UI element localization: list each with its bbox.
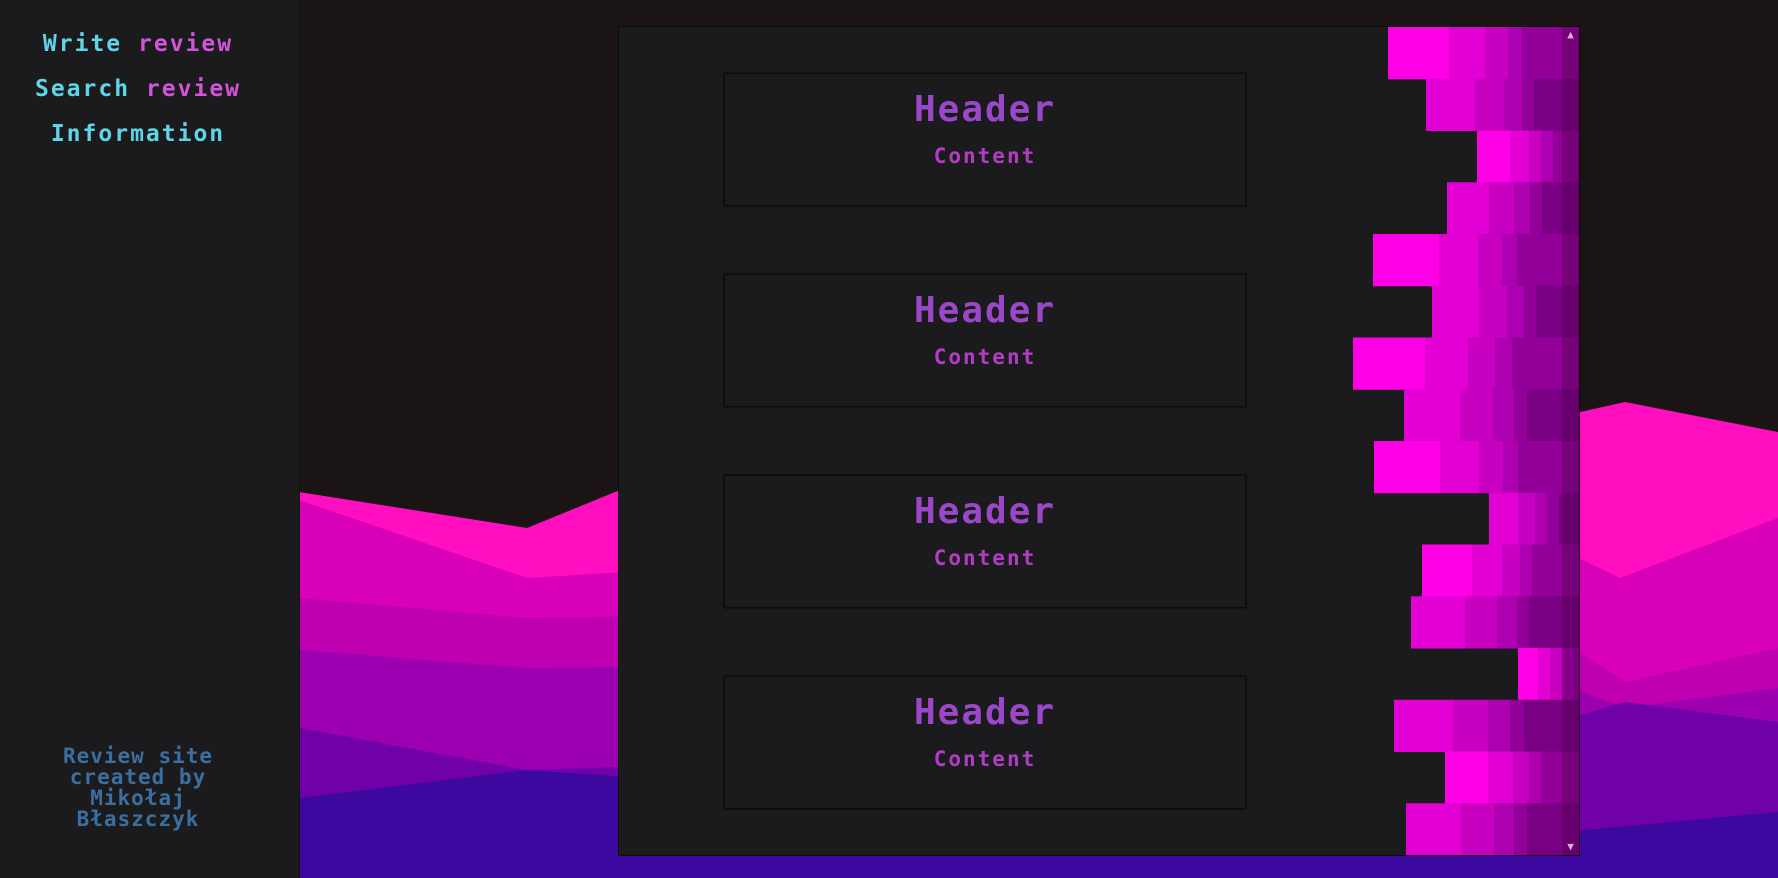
pixel-block [1411,596,1465,649]
pixel-block [1541,130,1553,183]
pixel-block [1477,130,1510,183]
pixel-block [1447,182,1489,235]
pixel-block [1497,596,1517,649]
nav-search-review[interactable]: Search review [0,76,276,102]
review-card-4[interactable]: Header Content [724,676,1246,809]
scroll-down-icon[interactable]: ▼ [1562,839,1579,855]
card-content: Content [933,747,1037,771]
nav-write-review-word1: Write [42,31,123,57]
pixel-block [1440,441,1479,494]
pixel-block [1514,182,1530,235]
nav-write-review-word2: review [122,31,234,57]
nav-search-review-word1: Search [34,76,131,102]
pixel-block [1495,337,1512,390]
pixel-block [1513,751,1529,804]
credit-line-4: Błaszczyk [76,807,200,831]
pixel-block [1445,751,1488,804]
review-list-panel[interactable]: Header Content Header Content Header Con… [618,26,1580,856]
pixel-block [1529,751,1541,804]
pixel-block [1425,337,1468,390]
pixel-block [1518,492,1535,545]
credit-line-1: Review site [62,744,214,768]
pixel-block [1517,596,1529,649]
pixel-block [1374,441,1440,494]
card-content: Content [933,546,1037,570]
pixel-block [1524,285,1536,338]
pixel-block [1422,544,1472,597]
pixel-block [1522,78,1534,131]
pixel-block [1547,492,1559,545]
pixel-block [1502,544,1520,597]
credit-line-3: Mikołaj [90,786,186,810]
pixel-block [1479,441,1503,494]
pixel-block [1460,389,1493,442]
review-card-1[interactable]: Header Content [724,73,1246,206]
pixel-block [1353,337,1425,390]
pixel-block [1426,78,1475,131]
pixel-block [1475,78,1504,131]
pixel-block [1514,389,1527,442]
card-content: Content [933,345,1037,369]
pixel-block [1373,234,1439,287]
pixel-block [1510,130,1529,183]
pixel-block [1538,648,1550,701]
pixel-block [1550,648,1562,701]
pixel-block [1504,78,1522,131]
card-header: Header [913,692,1057,733]
pixel-block [1461,803,1494,855]
pixel-block [1530,182,1542,235]
pixel-block [1535,492,1547,545]
nav-information[interactable]: Information [0,121,276,147]
pixel-block [1494,803,1514,855]
pixel-block [1508,27,1522,80]
pixel-block [1488,699,1510,752]
pixel-block [1488,751,1513,804]
pixel-block [1394,699,1453,752]
pixel-block [1493,389,1514,442]
card-header: Header [913,89,1057,130]
pixel-block [1507,285,1524,338]
pixel-block [1503,441,1518,494]
pixel-block [1406,803,1461,855]
card-header: Header [913,491,1057,532]
pixel-block [1468,337,1495,390]
scroll-up-icon[interactable]: ▲ [1562,27,1579,43]
pixel-block [1472,544,1502,597]
pixel-block [1388,27,1449,80]
card-header: Header [913,290,1057,331]
pixel-block [1514,803,1527,855]
nav-search-review-word2: review [130,76,242,102]
nav-information-label: Information [50,121,226,147]
pixel-block [1518,648,1538,701]
sidebar: Write review Search review Information R… [0,0,300,878]
pixel-block [1449,27,1485,80]
pixel-block [1510,699,1524,752]
review-card-2[interactable]: Header Content [724,274,1246,407]
vertical-scrollbar[interactable]: ▲ ▼ [1562,27,1579,855]
pixel-block [1439,234,1478,287]
credit-line-2: created by [69,765,207,789]
review-card-3[interactable]: Header Content [724,475,1246,608]
pixel-block [1529,130,1541,183]
pixel-block [1478,234,1502,287]
pixel-block [1485,27,1508,80]
pixel-block [1489,182,1514,235]
nav-write-review[interactable]: Write review [0,31,276,57]
site-credit: Review site created by Mikołaj Błaszczyk [0,746,276,830]
pixel-block [1489,492,1518,545]
pixel-block [1465,596,1497,649]
pixel-block [1479,285,1507,338]
pixel-block [1502,234,1517,287]
pixel-block [1520,544,1532,597]
pixel-block [1453,699,1488,752]
pixel-block [1432,285,1479,338]
pixel-block [1404,389,1460,442]
card-content: Content [933,144,1037,168]
